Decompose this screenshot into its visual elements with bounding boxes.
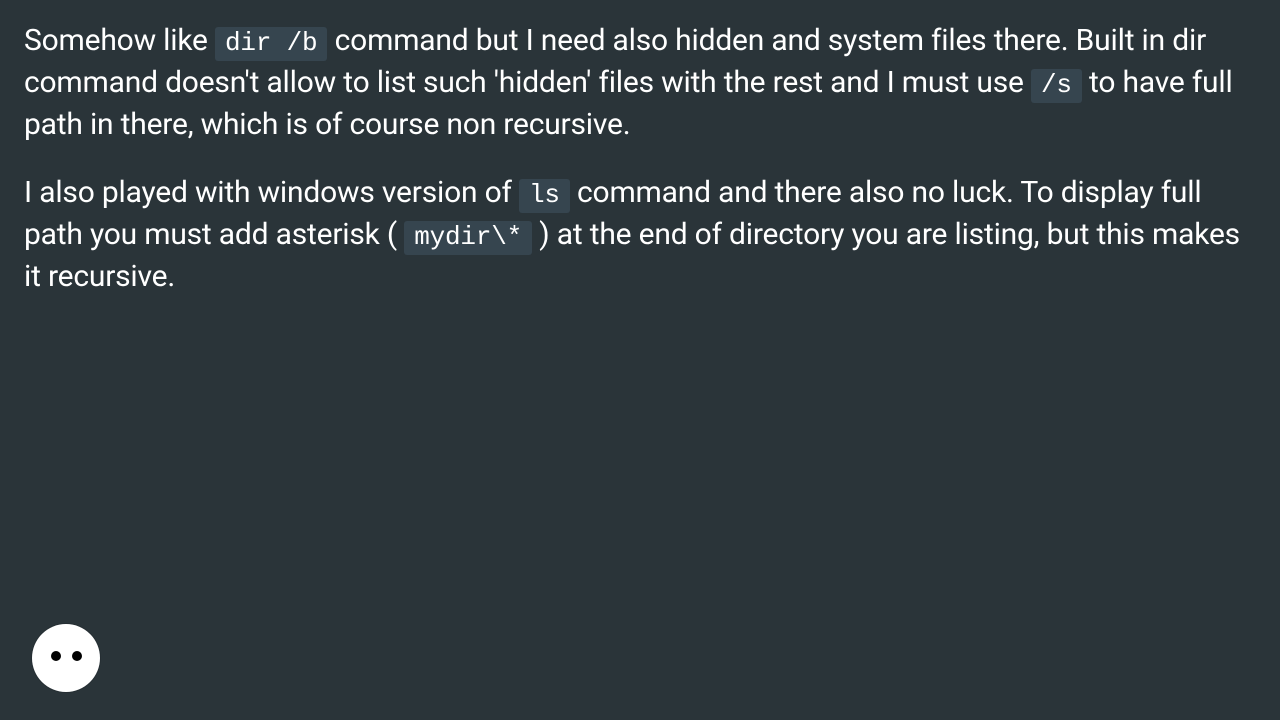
inline-code: dir /b — [215, 27, 327, 61]
inline-code: ls — [519, 179, 570, 213]
inline-code: /s — [1031, 69, 1082, 103]
paragraph-1: Somehow like dir /b command but I need a… — [24, 20, 1262, 146]
text: Somehow like — [24, 23, 215, 58]
avatar-icon — [32, 624, 100, 692]
question-body: Somehow like dir /b command but I need a… — [0, 0, 1280, 344]
inline-code: mydir\* — [404, 221, 532, 255]
text: I also played with windows version of — [24, 175, 519, 210]
paragraph-2: I also played with windows version of ls… — [24, 172, 1262, 298]
